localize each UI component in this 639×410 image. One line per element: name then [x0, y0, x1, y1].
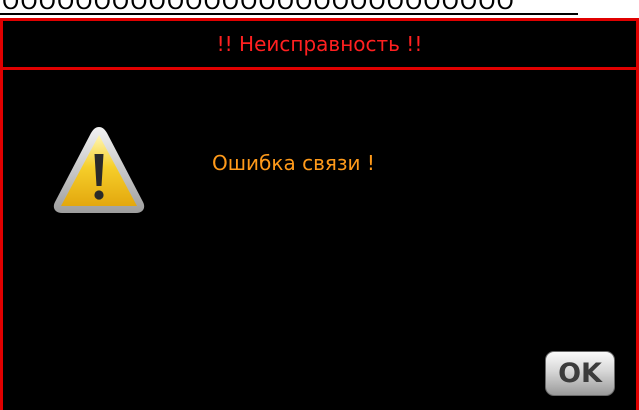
dialog-title: !! Неисправность !!: [216, 32, 423, 56]
error-message: Ошибка связи !: [212, 151, 375, 175]
dialog-titlebar: !! Неисправность !!: [3, 21, 636, 70]
header-underline: [0, 13, 578, 15]
clipped-header-text: ОООООООООООООООООООООООООООО: [0, 0, 639, 16]
error-dialog: !! Неисправность !! Ошибка связи ! OK: [0, 18, 639, 410]
screen: ОООООООООООООООООООООООООООО !! Неисправ…: [0, 0, 639, 410]
warning-icon: [53, 127, 145, 213]
warning-icon-dot: [94, 190, 104, 200]
ok-button[interactable]: OK: [545, 351, 615, 396]
